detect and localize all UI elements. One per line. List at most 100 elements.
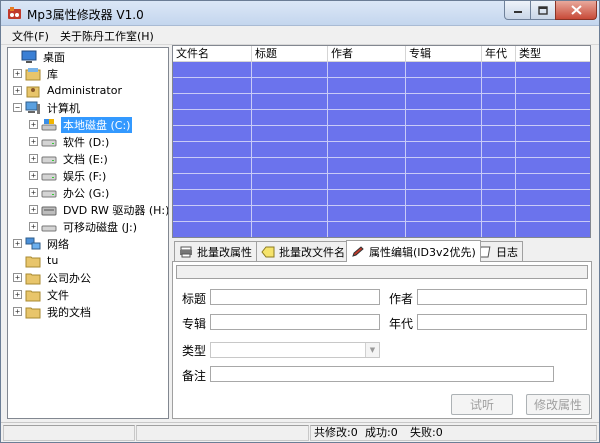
- tree-item-drive-h[interactable]: + DVD RW 驱动器 (H:): [29, 201, 169, 218]
- tab-label: 日志: [496, 245, 518, 259]
- close-icon: [570, 5, 582, 15]
- title-bar: Mp3属性修改器 V1.0: [1, 1, 599, 26]
- close-button[interactable]: [555, 1, 597, 20]
- author-input[interactable]: [417, 289, 587, 305]
- tree-label: 本地磁盘 (C:): [61, 116, 133, 133]
- tree-item-network[interactable]: + 网络: [13, 235, 71, 252]
- chevron-down-icon[interactable]: ▼: [365, 343, 379, 357]
- column-header-title[interactable]: 标题: [252, 46, 328, 62]
- album-input[interactable]: [210, 314, 380, 330]
- expand-icon[interactable]: +: [29, 205, 38, 214]
- column-header-genre[interactable]: 类型: [516, 46, 590, 62]
- status-total: 共修改:0: [310, 425, 362, 441]
- folder-tree[interactable]: 桌面 + 库 + Administrator − 计算机 + 本地磁盘 (C:)…: [7, 47, 169, 419]
- tree-item-office[interactable]: + 公司办公: [13, 269, 93, 286]
- info-strip: [176, 265, 588, 279]
- removable-drive-icon: [41, 225, 57, 231]
- tree-label: 文档 (E:): [63, 152, 108, 166]
- column-header-author[interactable]: 作者: [328, 46, 406, 62]
- app-window: Mp3属性修改器 V1.0 文件(F) 关于陈丹工作室(H) 桌面 + 库 +: [0, 0, 600, 443]
- tree-label: Administrator: [47, 84, 122, 97]
- expand-icon[interactable]: +: [13, 239, 22, 248]
- tree-label: 桌面: [43, 50, 65, 64]
- year-label: 年代: [389, 317, 414, 331]
- tree-item-tu[interactable]: tu: [13, 252, 60, 269]
- status-fail: 失败:0: [407, 425, 597, 441]
- expand-icon[interactable]: +: [29, 120, 38, 129]
- tree-label: 计算机: [47, 101, 80, 115]
- app-icon: [8, 7, 21, 19]
- tree-item-library[interactable]: + 库: [13, 65, 60, 82]
- tree-label: 办公 (G:): [63, 186, 110, 200]
- tab-attribute-edit[interactable]: 属性编辑(ID3v2优先): [346, 240, 481, 262]
- tree-item-drive-c[interactable]: + 本地磁盘 (C:): [29, 116, 133, 133]
- comment-input[interactable]: [210, 366, 554, 382]
- title-input[interactable]: [210, 289, 380, 305]
- expand-icon[interactable]: +: [29, 188, 38, 197]
- column-header-filename[interactable]: 文件名: [173, 46, 252, 62]
- tree-item-administrator[interactable]: + Administrator: [13, 82, 124, 99]
- expand-icon[interactable]: +: [29, 171, 38, 180]
- expand-icon[interactable]: +: [13, 307, 22, 316]
- drive-icon: [41, 190, 57, 197]
- author-label: 作者: [389, 292, 414, 306]
- tree-item-drive-f[interactable]: + 娱乐 (F:): [29, 167, 108, 184]
- tab-batch-attributes[interactable]: 批量改属性: [174, 241, 257, 261]
- folder-icon: [25, 290, 41, 301]
- tree-item-drive-e[interactable]: + 文档 (E:): [29, 150, 110, 167]
- tree-label: 网络: [47, 237, 69, 251]
- printer-icon: [180, 246, 192, 257]
- tree-item-computer[interactable]: − 计算机: [13, 99, 82, 116]
- library-icon: [25, 67, 41, 80]
- minimize-icon: [513, 11, 522, 13]
- tree-label: 娱乐 (F:): [63, 169, 107, 183]
- dvd-drive-icon: [41, 206, 57, 215]
- tab-bar: 批量改属性 批量改文件名 属性编辑(ID3v2优先) 日志: [172, 240, 592, 262]
- listen-button[interactable]: 试听: [451, 394, 513, 415]
- tree-item-desktop[interactable]: 桌面: [9, 48, 67, 65]
- minimize-button[interactable]: [504, 1, 531, 20]
- tree-label: tu: [47, 254, 59, 267]
- expand-icon[interactable]: +: [13, 290, 22, 299]
- tree-label: 可移动磁盘 (J:): [63, 220, 138, 234]
- tree-label: 文件: [47, 288, 69, 302]
- expand-icon[interactable]: +: [29, 222, 38, 231]
- tree-item-files[interactable]: + 文件: [13, 286, 71, 303]
- drive-icon: [41, 173, 57, 180]
- tree-label: DVD RW 驱动器 (H:): [63, 203, 169, 217]
- file-list[interactable]: 文件名 标题 作者 专辑 年代 类型: [172, 45, 591, 238]
- folder-icon: [25, 307, 41, 318]
- tree-item-drive-g[interactable]: + 办公 (G:): [29, 184, 111, 201]
- tree-label: 我的文档: [47, 305, 91, 319]
- expand-icon[interactable]: +: [13, 69, 22, 78]
- tree-item-drive-d[interactable]: + 软件 (D:): [29, 133, 111, 150]
- expand-icon[interactable]: +: [29, 137, 38, 146]
- column-header-year[interactable]: 年代: [482, 46, 516, 62]
- expand-icon[interactable]: +: [13, 86, 22, 95]
- expand-icon[interactable]: +: [13, 273, 22, 282]
- title-label: 标题: [182, 292, 207, 306]
- folder-icon: [25, 256, 41, 267]
- year-input[interactable]: [417, 314, 587, 330]
- expand-icon[interactable]: +: [29, 154, 38, 163]
- tree-item-mydocs[interactable]: + 我的文档: [13, 303, 93, 320]
- genre-select[interactable]: ▼: [210, 342, 380, 358]
- collapse-icon[interactable]: −: [13, 103, 22, 112]
- tree-label: 软件 (D:): [63, 135, 110, 149]
- list-body[interactable]: [173, 62, 590, 237]
- modify-attributes-button[interactable]: 修改属性: [526, 394, 590, 415]
- window-title: Mp3属性修改器 V1.0: [27, 8, 144, 22]
- maximize-button[interactable]: [530, 1, 556, 20]
- column-header-album[interactable]: 专辑: [406, 46, 482, 62]
- drive-icon: [41, 139, 57, 146]
- tab-label: 批量改属性: [197, 245, 252, 259]
- tab-batch-rename[interactable]: 批量改文件名: [256, 241, 350, 261]
- status-success: 成功:0: [362, 425, 407, 441]
- menu-file[interactable]: 文件(F): [9, 28, 52, 44]
- system-drive-icon: [41, 118, 57, 130]
- menu-about[interactable]: 关于陈丹工作室(H): [57, 28, 157, 44]
- tree-item-drive-j[interactable]: + 可移动磁盘 (J:): [29, 218, 139, 235]
- tab-label: 批量改文件名: [279, 245, 345, 259]
- album-label: 专辑: [182, 317, 207, 331]
- status-cell-empty-2: [136, 425, 309, 441]
